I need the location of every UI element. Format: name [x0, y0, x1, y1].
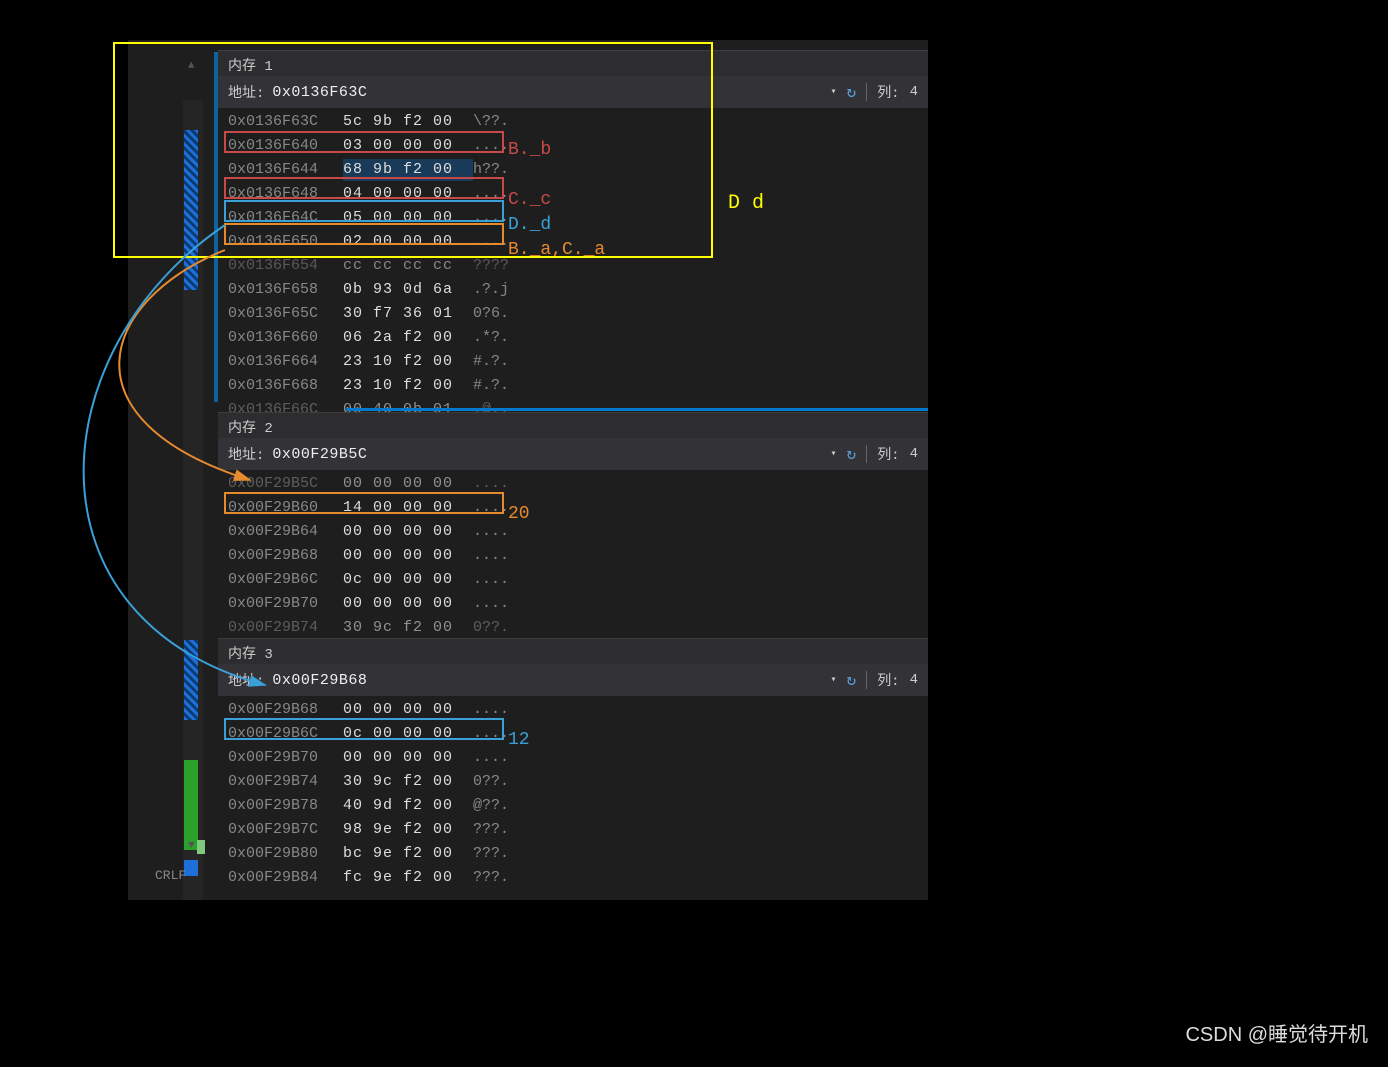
address-label: 地址: — [228, 670, 264, 690]
address-bar: 地址: 0x00F29B68 ▾ ↻ 列: 4 — [218, 664, 928, 696]
address-bar: 地址: 0x0136F63C ▾ ↻ 列: 4 — [218, 76, 928, 108]
address-input[interactable]: 0x00F29B68 — [272, 672, 367, 689]
memory-row[interactable]: 0x0136F64468 9b f2 00h??. — [218, 158, 928, 182]
memory-row[interactable]: 0x00F29B80bc 9e f2 00???. — [218, 842, 928, 866]
panel-divider — [346, 408, 928, 411]
memory-row[interactable]: 0x0136F64C05 00 00 00.... — [218, 206, 928, 230]
divider — [866, 83, 867, 101]
scroll-down-icon[interactable]: ▼ — [188, 840, 195, 852]
memory-row[interactable]: 0x0136F66823 10 f2 00#.?. — [218, 374, 928, 398]
memory-row[interactable]: 0x00F29B7430 9c f2 000??. — [218, 770, 928, 794]
memory-row[interactable]: 0x0136F6580b 93 0d 6a.?.j — [218, 278, 928, 302]
columns-label: 列: — [877, 82, 899, 102]
dropdown-icon[interactable]: ▾ — [831, 448, 837, 460]
memory-panel-3: 内存 3 地址: 0x00F29B68 ▾ ↻ 列: 4 0x00F29B680… — [218, 638, 928, 892]
memory-row[interactable]: 0x00F29B5C00 00 00 00.... — [218, 472, 928, 496]
refresh-icon[interactable]: ↻ — [847, 82, 857, 102]
memory-row[interactable]: 0x00F29B7000 00 00 00.... — [218, 592, 928, 616]
divider — [866, 671, 867, 689]
status-crlf[interactable]: CRLF — [155, 868, 186, 883]
memory-row[interactable]: 0x0136F654cc cc cc cc???? — [218, 254, 928, 278]
dropdown-icon[interactable]: ▾ — [831, 86, 837, 98]
address-label: 地址: — [228, 82, 264, 102]
memory-row[interactable]: 0x00F29B6C0c 00 00 00.... — [218, 568, 928, 592]
memory-row[interactable]: 0x0136F64804 00 00 00.... — [218, 182, 928, 206]
ide-container: 内存 1 地址: 0x0136F63C ▾ ↻ 列: 4 0x0136F63C5… — [128, 40, 928, 900]
memory-rows: 0x0136F63C5c 9b f2 00\??. 0x0136F64003 0… — [218, 108, 928, 424]
memory-row[interactable]: 0x00F29B7000 00 00 00.... — [218, 746, 928, 770]
memory-row[interactable]: 0x00F29B6800 00 00 00.... — [218, 544, 928, 568]
columns-label: 列: — [877, 444, 899, 464]
columns-value[interactable]: 4 — [910, 672, 918, 688]
dropdown-icon[interactable]: ▾ — [831, 674, 837, 686]
watermark: CSDN @睡觉待开机 — [1185, 1018, 1368, 1047]
scroll-indicator — [214, 52, 218, 402]
memory-row[interactable]: 0x0136F63C5c 9b f2 00\??. — [218, 110, 928, 134]
memory-row[interactable]: 0x00F29B6014 00 00 00.... — [218, 496, 928, 520]
memory-row[interactable]: 0x00F29B6C0c 00 00 00.... — [218, 722, 928, 746]
memory-row[interactable]: 0x00F29B7C98 9e f2 00???. — [218, 818, 928, 842]
columns-value[interactable]: 4 — [910, 84, 918, 100]
panel-title: 内存 1 — [218, 50, 928, 76]
address-input[interactable]: 0x00F29B5C — [272, 446, 367, 463]
divider — [866, 445, 867, 463]
columns-label: 列: — [877, 670, 899, 690]
memory-row[interactable]: 0x00F29B7430 9c f2 000??. — [218, 616, 928, 640]
panel-title: 内存 3 — [218, 638, 928, 664]
memory-rows: 0x00F29B6800 00 00 00.... 0x00F29B6C0c 0… — [218, 696, 928, 892]
memory-rows: 0x00F29B5C00 00 00 00.... 0x00F29B6014 0… — [218, 470, 928, 642]
memory-row[interactable]: 0x0136F65C30 f7 36 010?6. — [218, 302, 928, 326]
memory-row[interactable]: 0x00F29B6400 00 00 00.... — [218, 520, 928, 544]
columns-value[interactable]: 4 — [910, 446, 918, 462]
refresh-icon[interactable]: ↻ — [847, 444, 857, 464]
address-label: 地址: — [228, 444, 264, 464]
refresh-icon[interactable]: ↻ — [847, 670, 857, 690]
memory-row[interactable]: 0x0136F65002 00 00 00.... — [218, 230, 928, 254]
memory-row[interactable]: 0x0136F66423 10 f2 00#.?. — [218, 350, 928, 374]
memory-row[interactable]: 0x00F29B84fc 9e f2 00???. — [218, 866, 928, 890]
scroll-up-icon[interactable]: ▲ — [188, 60, 195, 72]
minimap[interactable] — [183, 100, 203, 900]
memory-panel-2: 内存 2 地址: 0x00F29B5C ▾ ↻ 列: 4 0x00F29B5C0… — [218, 412, 928, 642]
panel-title: 内存 2 — [218, 412, 928, 438]
address-bar: 地址: 0x00F29B5C ▾ ↻ 列: 4 — [218, 438, 928, 470]
memory-row[interactable]: 0x0136F66006 2a f2 00.*?. — [218, 326, 928, 350]
address-input[interactable]: 0x0136F63C — [272, 84, 367, 101]
memory-panel-1: 内存 1 地址: 0x0136F63C ▾ ↻ 列: 4 0x0136F63C5… — [218, 50, 928, 424]
memory-row[interactable]: 0x00F29B6800 00 00 00.... — [218, 698, 928, 722]
memory-row[interactable]: 0x00F29B7840 9d f2 00@??. — [218, 794, 928, 818]
memory-row[interactable]: 0x0136F64003 00 00 00.... — [218, 134, 928, 158]
